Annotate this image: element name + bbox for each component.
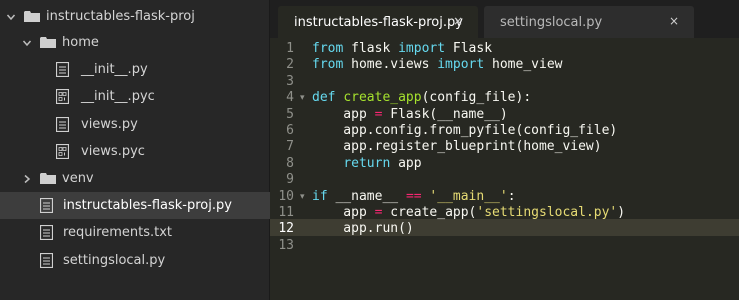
line-number: 6: [286, 123, 294, 138]
code-token: :: [507, 188, 516, 204]
code-line[interactable]: if __name__ == '__main__':: [312, 189, 516, 205]
binary-file-icon: [56, 144, 69, 159]
code-token: import: [398, 41, 446, 56]
code-token: app: [390, 155, 422, 171]
sidebar-item-instructables-flask-proj[interactable]: instructables-flask-proj: [0, 3, 270, 30]
line-number: 8: [286, 155, 294, 171]
code-token: flask: [343, 41, 399, 56]
tab-label: instructables-flask-proj.py: [294, 14, 463, 30]
sidebar-item-label: instructables-flask-proj: [46, 9, 195, 24]
code-token: ): [617, 205, 626, 220]
sidebar-item-label: views.pyc: [81, 144, 145, 159]
close-icon[interactable]: ×: [668, 15, 680, 27]
sidebar-item-requirements-txt[interactable]: requirements.txt: [0, 219, 270, 246]
fold-arrow-icon[interactable]: ▾: [300, 189, 305, 205]
line-number: 12: [278, 221, 294, 237]
line-number-gutter: 1 2 3 4 ▾ 5 6 7 8 9 10 ▾ 11 12 13: [270, 38, 306, 300]
file-icon: [40, 198, 53, 213]
tab-label: settingslocal.py: [500, 14, 603, 30]
line-number: 7: [286, 139, 294, 155]
code-token: app.config.from_pyfile(config_file): [312, 123, 618, 138]
sidebar-item-label: __init__.py: [81, 62, 148, 77]
code-token: if: [312, 188, 328, 204]
line-number: 10: [278, 188, 294, 204]
folder-icon: [40, 36, 56, 49]
code-token: def: [312, 90, 336, 106]
code-line[interactable]: app = create_app('settingslocal.py'): [312, 205, 625, 221]
sidebar-item-init-py[interactable]: __init__.py: [0, 56, 270, 83]
code-line[interactable]: app.config.from_pyfile(config_file): [312, 123, 617, 139]
code-line[interactable]: from flask import Flask: [312, 41, 492, 57]
line-number: 4: [286, 90, 294, 106]
sidebar-item-init-pyc[interactable]: __init__.pyc: [0, 83, 270, 110]
close-icon[interactable]: ×: [452, 15, 464, 27]
sidebar-item-label: venv: [62, 171, 94, 186]
sidebar-item-label: settingslocal.py: [63, 253, 166, 268]
code-token: create_app(: [382, 205, 477, 220]
sidebar-item-label: views.py: [81, 117, 138, 132]
binary-file-icon: [56, 89, 69, 104]
code-line[interactable]: app.register_blueprint(home_view): [312, 139, 602, 155]
code-token: Flask: [445, 41, 493, 56]
code-line[interactable]: from home.views import home_view: [312, 57, 562, 73]
folder-icon: [24, 10, 40, 23]
code-token: app.run(): [312, 221, 414, 237]
code-token: create_app: [343, 90, 422, 106]
sidebar-item-views-py[interactable]: views.py: [0, 111, 270, 138]
sidebar-item-label: __init__.pyc: [81, 89, 155, 104]
code-editor[interactable]: 1 2 3 4 ▾ 5 6 7 8 9 10 ▾ 11 12 13 from flask import Fl…: [270, 38, 739, 300]
code-token: app: [312, 205, 375, 220]
sidebar-item-label: home: [62, 35, 99, 50]
sidebar-item-views-pyc[interactable]: views.pyc: [0, 138, 270, 165]
tab-instructables-flask-proj[interactable]: instructables-flask-proj.py ×: [278, 6, 478, 38]
code-token: return: [343, 155, 391, 171]
code-token: ==: [405, 188, 422, 204]
tab-bar: instructables-flask-proj.py × settingslo…: [270, 0, 739, 38]
code-line[interactable]: def create_app(config_file):: [312, 90, 531, 106]
code-token: home_view: [484, 57, 563, 73]
sidebar-item-venv[interactable]: venv: [0, 165, 270, 192]
code-line[interactable]: return app: [312, 155, 422, 172]
code-token: home.views: [343, 57, 438, 73]
fold-arrow-icon[interactable]: ▾: [300, 90, 305, 106]
code-token: __name__: [327, 188, 406, 204]
tab-settingslocal[interactable]: settingslocal.py ×: [484, 6, 694, 38]
code-token: app.register_blueprint(home_view): [312, 139, 602, 155]
line-number: 3: [286, 73, 294, 89]
code-token: from: [312, 57, 344, 73]
code-token: (config_file):: [421, 90, 532, 106]
chevron-down-icon[interactable]: [6, 12, 16, 22]
file-icon: [40, 253, 53, 268]
line-number: 2: [286, 57, 294, 73]
file-tree-sidebar: instructables-flask-proj home __init__.py _…: [0, 0, 270, 300]
line-number: 13: [278, 237, 294, 253]
code-token: 'settingslocal.py': [476, 205, 618, 220]
code-line[interactable]: app.run(): [312, 221, 414, 237]
code-token: Flask(__name__): [382, 106, 508, 122]
line-number: 11: [278, 205, 294, 220]
code-token: from: [312, 41, 344, 56]
sidebar-item-settingslocal-py[interactable]: settingslocal.py: [0, 247, 270, 274]
code-token: import: [437, 57, 485, 73]
sidebar-item-label: instructables-flask-proj.py: [63, 198, 232, 213]
file-icon: [40, 225, 53, 240]
chevron-right-icon[interactable]: [22, 174, 32, 184]
code-token: '__main__': [429, 188, 508, 204]
line-number: 5: [286, 106, 294, 122]
line-number: 9: [286, 172, 294, 188]
line-number: 1: [286, 41, 294, 56]
sidebar-item-label: requirements.txt: [63, 225, 173, 240]
file-icon: [56, 117, 69, 132]
code-line[interactable]: app = Flask(__name__): [312, 106, 508, 123]
folder-icon: [40, 172, 56, 185]
file-icon: [56, 62, 69, 77]
sidebar-item-home[interactable]: home: [0, 29, 270, 56]
code-token: app: [312, 106, 375, 122]
chevron-down-icon[interactable]: [22, 38, 32, 48]
sidebar-item-instructables-flask-proj-py[interactable]: instructables-flask-proj.py: [0, 192, 270, 219]
